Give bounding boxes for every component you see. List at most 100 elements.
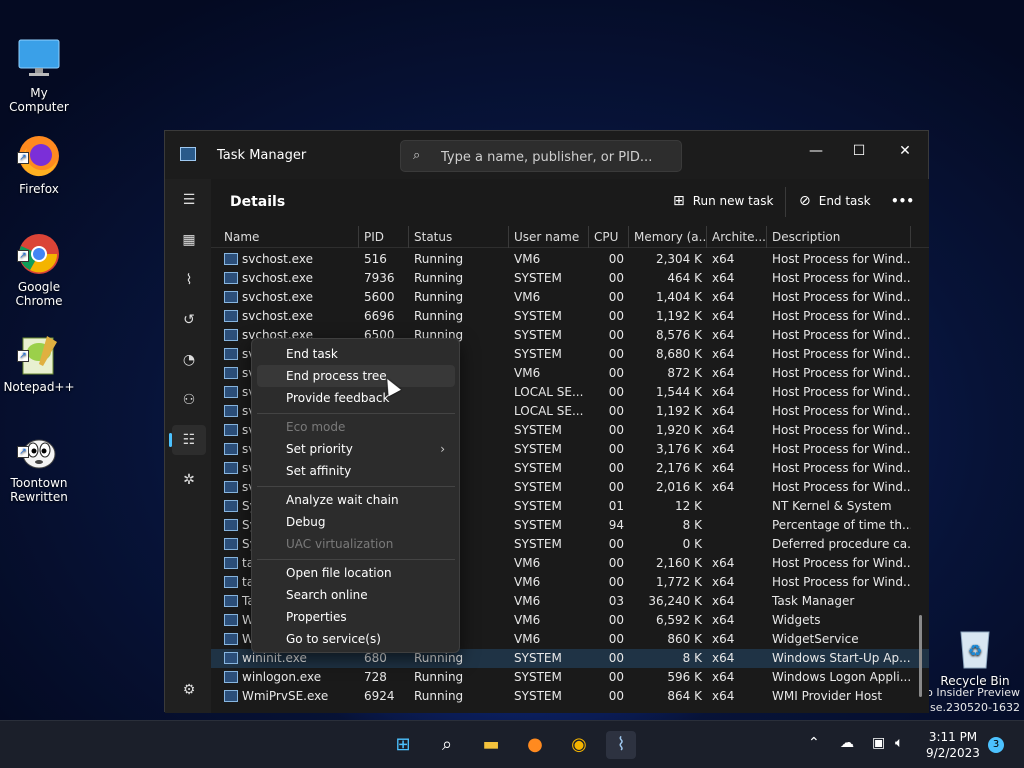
run-new-task-button[interactable]: ⊞ Run new task: [673, 192, 773, 210]
column-header-pid[interactable]: PID: [359, 226, 409, 248]
clock[interactable]: 3:11 PM 9/2/2023: [922, 729, 984, 761]
chrome-icon: ↗: [17, 218, 61, 274]
cell-pid: 5600: [364, 290, 395, 304]
table-row[interactable]: winlogon.exe 728 Running SYSTEM 00 596 K x64 Wi…: [211, 668, 929, 687]
menu-item-end-task[interactable]: End task: [257, 343, 455, 365]
process-icon: [224, 329, 238, 341]
cell-cpu: 00: [608, 404, 624, 418]
cell-name: svchost.exe: [219, 288, 359, 307]
menu-item-end-process-tree[interactable]: End process tree: [257, 365, 455, 387]
column-header-description[interactable]: Description: [767, 226, 911, 248]
cell-mem: 1,772 K: [655, 575, 702, 589]
app-history-icon[interactable]: ↺: [172, 305, 206, 335]
desktop-icon-firefox[interactable]: ↗ Firefox: [0, 106, 78, 210]
shortcut-arrow-icon: ↗: [17, 250, 29, 262]
column-header-status[interactable]: Status: [409, 226, 509, 248]
users-icon[interactable]: ⚇: [172, 385, 206, 415]
cell-arch: x64: [712, 347, 735, 361]
cell-user: VM6: [514, 632, 541, 646]
column-header-architecture[interactable]: Archite...: [707, 226, 767, 248]
column-header-memory[interactable]: Memory (a...: [629, 226, 707, 248]
cell-user: SYSTEM: [514, 442, 562, 456]
details-icon[interactable]: ☷: [169, 425, 206, 455]
cell-arch: x64: [712, 632, 735, 646]
desktop-icon-toontown[interactable]: ↗ Toontown Rewritten: [0, 400, 78, 518]
startup-apps-icon[interactable]: ◔: [172, 345, 206, 375]
column-header-user[interactable]: User name: [509, 226, 589, 248]
process-icon: [224, 633, 238, 645]
maximize-button[interactable]: ☐: [836, 137, 882, 165]
menu-item-open-file-location[interactable]: Open file location: [257, 562, 455, 584]
cell-desc: Host Process for Wind...: [772, 385, 911, 399]
cell-arch: x64: [712, 328, 735, 342]
cell-user: VM6: [514, 366, 541, 380]
menu-item-set-affinity[interactable]: Set affinity: [257, 460, 455, 482]
process-icon: [224, 538, 238, 550]
cell-mem: 1,192 K: [655, 309, 702, 323]
column-header-name[interactable]: Name: [219, 226, 359, 248]
services-icon[interactable]: ✲: [172, 465, 206, 495]
cell-cpu: 00: [608, 461, 624, 475]
cell-status: Running: [414, 271, 464, 285]
cell-desc: Percentage of time th...: [772, 518, 911, 532]
process-icon: [224, 272, 238, 284]
search-input[interactable]: [441, 147, 671, 167]
notification-badge[interactable]: 3: [988, 737, 1004, 753]
end-task-button[interactable]: ⊘ End task: [799, 192, 871, 210]
task-manager-taskbar-icon[interactable]: ⌇: [606, 731, 636, 759]
cell-pid: 516: [364, 252, 387, 266]
toolbar-divider: [785, 187, 786, 217]
chevron-up-icon[interactable]: ⌃: [808, 735, 820, 751]
processes-icon[interactable]: ▦: [172, 225, 206, 255]
table-row[interactable]: svchost.exe 6696 Running SYSTEM 00 1,192 K x64…: [211, 307, 929, 326]
cell-arch: x64: [712, 594, 735, 608]
desktop-icon-notepadpp[interactable]: ↗ Notepad++: [0, 304, 78, 408]
table-row[interactable]: WmiPrvSE.exe 6924 Running SYSTEM 00 864 K x64 W…: [211, 687, 929, 706]
page-title: Details: [230, 194, 286, 210]
settings-gear-icon[interactable]: ⚙: [172, 675, 206, 705]
minimize-button[interactable]: —: [793, 137, 839, 165]
menu-item-properties[interactable]: Properties: [257, 606, 455, 628]
cell-user: VM6: [514, 594, 541, 608]
file-explorer-icon[interactable]: ▬: [476, 731, 506, 759]
table-row[interactable]: svchost.exe 7936 Running SYSTEM 00 464 K x64 Ho…: [211, 269, 929, 288]
cell-desc: Host Process for Wind...: [772, 347, 911, 361]
chrome-taskbar-icon[interactable]: ◉: [564, 731, 594, 759]
menu-item-debug[interactable]: Debug: [257, 511, 455, 533]
cell-name: svchost.exe: [219, 250, 359, 269]
cell-desc: Host Process for Wind...: [772, 404, 911, 418]
more-options-button[interactable]: •••: [891, 192, 914, 210]
cell-mem: 860 K: [667, 632, 702, 646]
menu-item-analyze-wait-chain[interactable]: Analyze wait chain: [257, 489, 455, 511]
cell-pid: 6696: [364, 309, 395, 323]
cell-cpu: 00: [608, 328, 624, 342]
start-button-windows-icon[interactable]: ⊞: [388, 731, 418, 759]
menu-item-set-priority[interactable]: Set priority ›: [257, 438, 455, 460]
table-row[interactable]: svchost.exe 516 Running VM6 00 2,304 K x64 Host…: [211, 250, 929, 269]
column-header-cpu[interactable]: CPU: [589, 226, 629, 248]
network-icon[interactable]: ▣: [872, 735, 885, 751]
hamburger-menu-icon[interactable]: ☰: [172, 185, 206, 215]
cell-cpu: 01: [608, 499, 624, 513]
process-icon: [224, 310, 238, 322]
menu-item-search-online[interactable]: Search online: [257, 584, 455, 606]
vertical-scrollbar[interactable]: [919, 615, 922, 697]
menu-item-go-to-services[interactable]: Go to service(s): [257, 628, 455, 650]
menu-item-provide-feedback[interactable]: Provide feedback: [257, 387, 455, 409]
cell-desc: Host Process for Wind...: [772, 461, 911, 475]
cell-cpu: 00: [608, 651, 624, 665]
clock-date: 9/2/2023: [926, 746, 980, 760]
firefox-taskbar-icon[interactable]: ●: [520, 731, 550, 759]
search-box[interactable]: ⌕: [400, 140, 682, 172]
close-button[interactable]: ✕: [882, 137, 928, 165]
onedrive-offline-icon[interactable]: ☁: [840, 735, 854, 751]
cell-status: Running: [414, 252, 464, 266]
cell-arch: x64: [712, 423, 735, 437]
cell-mem: 864 K: [667, 689, 702, 703]
table-row[interactable]: svchost.exe 5600 Running VM6 00 1,404 K x64 Hos…: [211, 288, 929, 307]
title-bar[interactable]: Task Manager ⌕ — ☐ ✕: [165, 131, 928, 179]
performance-icon[interactable]: ⌇: [172, 265, 206, 295]
search-icon[interactable]: ⌕: [432, 731, 462, 759]
cell-cpu: 00: [608, 309, 624, 323]
volume-icon[interactable]: 🔈︎: [895, 735, 903, 751]
